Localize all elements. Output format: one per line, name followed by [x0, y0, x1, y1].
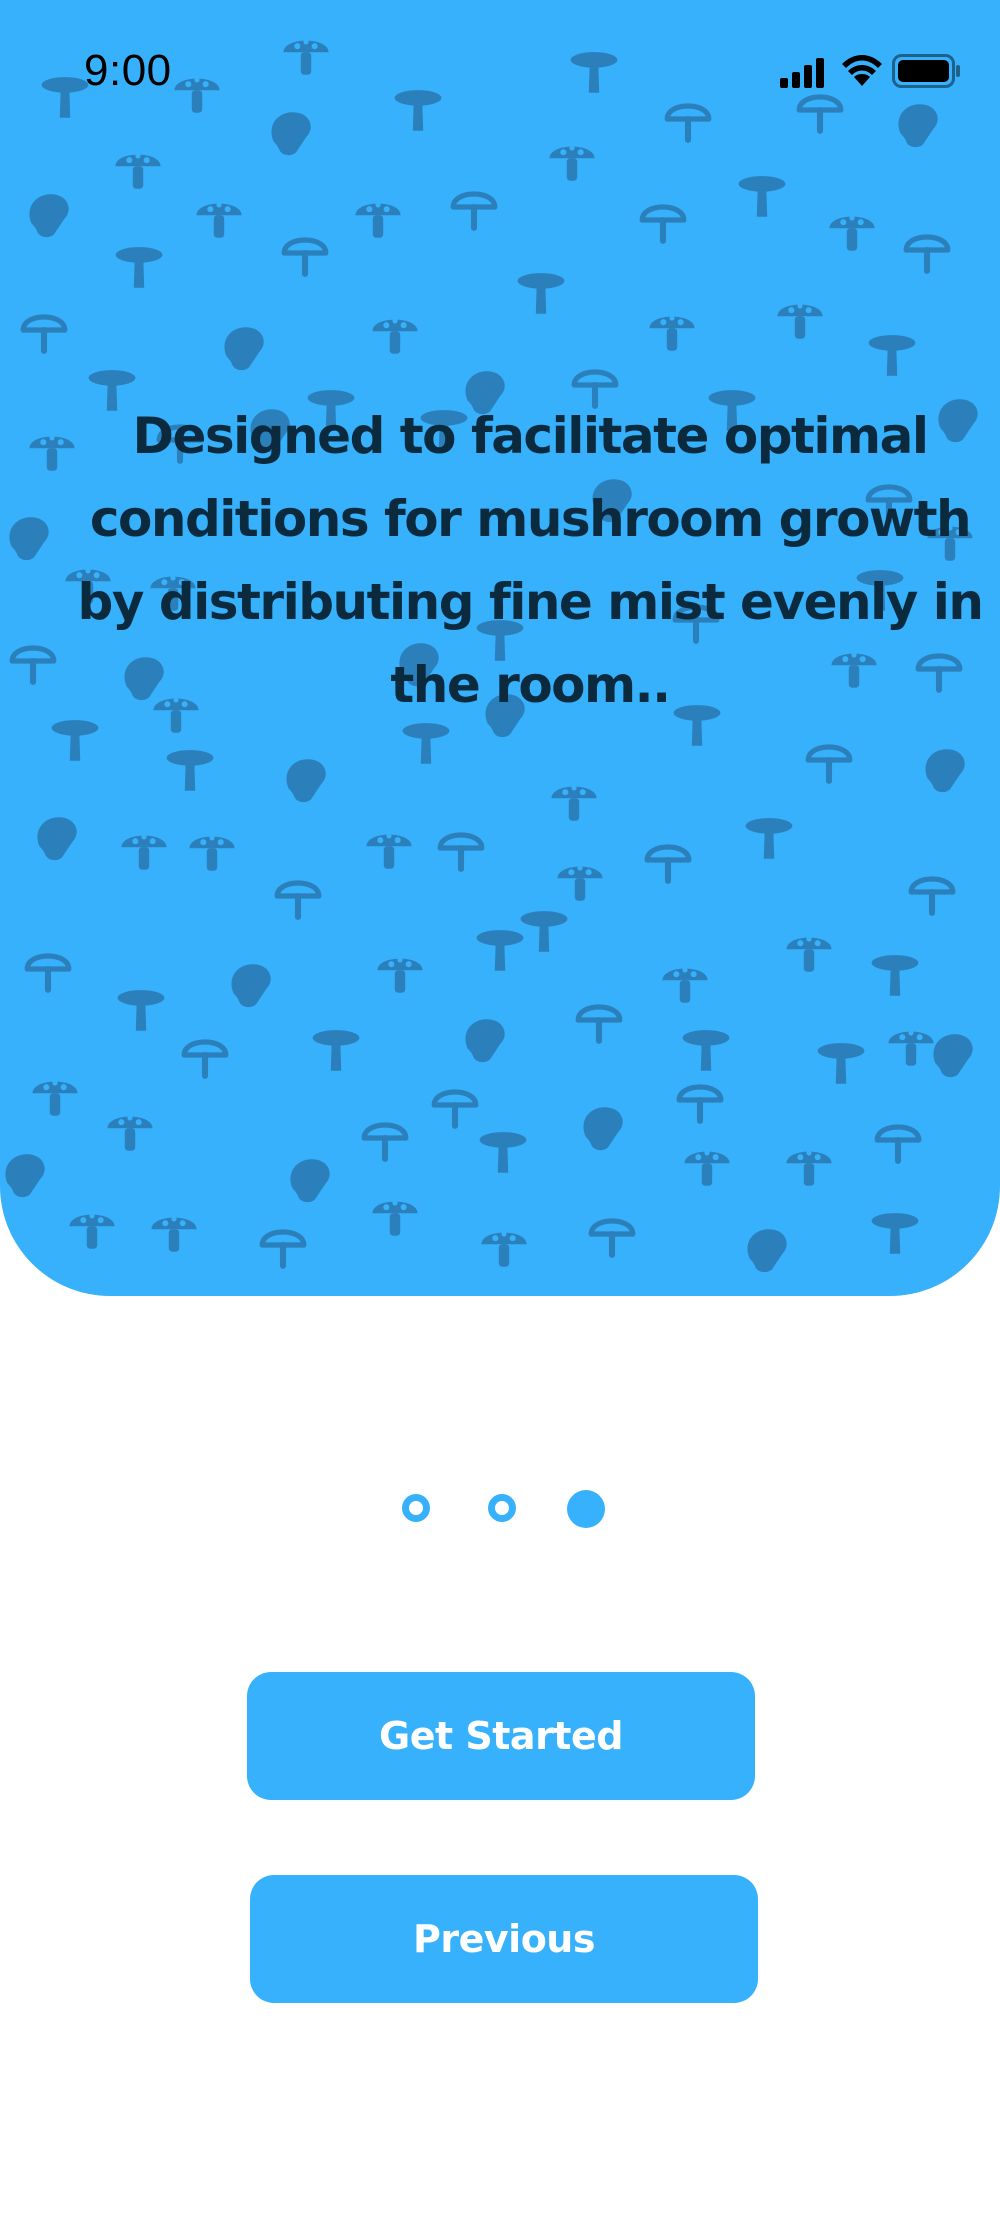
- headline-text: Designed to facilitate optimal condition…: [77, 407, 984, 714]
- page-dot-3[interactable]: [567, 1490, 605, 1528]
- page-dot-2[interactable]: [488, 1494, 516, 1522]
- mushroom-icon: [925, 749, 965, 793]
- mushroom-icon: [520, 911, 568, 952]
- mushroom-icon: [479, 1132, 527, 1173]
- mushroom-icon: [69, 1213, 115, 1249]
- get-started-button[interactable]: Get Started: [247, 1672, 755, 1800]
- mushroom-icon: [517, 273, 565, 314]
- mushroom-icon: [777, 303, 823, 339]
- mushroom-icon: [868, 335, 916, 376]
- mushroom-icon: [591, 1221, 633, 1255]
- mushroom-icon: [906, 237, 948, 271]
- mushroom-icon: [5, 1154, 45, 1198]
- mushroom-icon: [786, 1150, 832, 1186]
- mushroom-icon: [286, 759, 326, 803]
- mushroom-icon: [747, 1229, 787, 1273]
- mushroom-icon: [808, 747, 850, 781]
- mushroom-icon: [829, 215, 875, 251]
- mushroom-icon: [871, 955, 919, 996]
- mushroom-icon: [888, 1030, 934, 1066]
- mushroom-icon: [476, 930, 524, 971]
- mushroom-icon: [115, 247, 163, 288]
- mushroom-icon: [745, 818, 793, 859]
- mushroom-icon: [29, 194, 69, 238]
- signal-icon: [780, 58, 824, 88]
- mushroom-icon: [27, 956, 69, 990]
- mushroom-icon: [434, 1092, 476, 1126]
- mushroom-icon: [166, 750, 214, 791]
- mushroom-icon: [262, 1232, 304, 1266]
- mushroom-icon: [364, 1125, 406, 1159]
- mushroom-icon: [117, 990, 165, 1031]
- mushroom-icon: [440, 835, 482, 869]
- mushroom-icon: [121, 834, 167, 870]
- mushroom-icon: [32, 1080, 78, 1116]
- mushroom-icon: [557, 865, 603, 901]
- hero-panel: 9:00 Designed to facilitate optimal cond…: [0, 0, 1000, 1296]
- mushroom-icon: [649, 315, 695, 351]
- mushroom-icon: [481, 1231, 527, 1267]
- mushroom-icon: [877, 1127, 919, 1161]
- mushroom-icon: [231, 964, 271, 1008]
- mushroom-icon: [23, 317, 65, 351]
- mushroom-icon: [224, 327, 264, 371]
- mushroom-icon: [647, 847, 689, 881]
- mushroom-icon: [115, 153, 161, 189]
- mushroom-icon: [312, 1030, 360, 1071]
- mushroom-icon: [682, 1030, 730, 1071]
- mushroom-icon: [642, 207, 684, 241]
- mushroom-icon: [37, 817, 77, 861]
- mushroom-icon: [151, 1216, 197, 1252]
- mushroom-icon: [684, 1150, 730, 1186]
- mushroom-icon: [9, 517, 49, 561]
- mushroom-icon: [871, 1213, 919, 1254]
- mushroom-icon: [366, 833, 412, 869]
- page-dot-1[interactable]: [402, 1494, 430, 1522]
- mushroom-icon: [355, 202, 401, 238]
- mushroom-icon: [189, 835, 235, 871]
- mushroom-icon: [911, 879, 953, 913]
- mushroom-icon: [377, 957, 423, 993]
- mushroom-icon: [453, 194, 495, 228]
- mushroom-icon: [578, 1007, 620, 1041]
- mushroom-icon: [29, 435, 75, 471]
- mushroom-icon: [786, 936, 832, 972]
- mushroom-icon: [372, 1200, 418, 1236]
- pagination-dots: [0, 1490, 1000, 1530]
- wifi-icon: [842, 55, 882, 86]
- mushroom-icon: [738, 176, 786, 217]
- mushroom-icon: [290, 1159, 330, 1203]
- mushroom-icon: [284, 240, 326, 274]
- mushroom-icon: [372, 318, 418, 354]
- mushroom-icon: [679, 1087, 721, 1121]
- mushroom-icon: [933, 1034, 973, 1078]
- mushroom-icon: [402, 723, 450, 764]
- mushroom-icon: [12, 648, 54, 682]
- mushroom-icon: [662, 967, 708, 1003]
- mushroom-icon: [277, 883, 319, 917]
- mushroom-icon: [583, 1107, 623, 1151]
- status-time: 9:00: [84, 46, 172, 95]
- mushroom-icon: [465, 1019, 505, 1063]
- mushroom-icon: [196, 202, 242, 238]
- mushroom-icon: [817, 1043, 865, 1084]
- battery-icon: [892, 54, 960, 88]
- mushroom-icon: [184, 1042, 226, 1076]
- mushroom-icon: [107, 1115, 153, 1151]
- previous-button[interactable]: Previous: [250, 1875, 758, 2003]
- status-bar: 9:00: [0, 0, 1000, 140]
- mushroom-icon: [549, 145, 595, 181]
- mushroom-icon: [551, 785, 597, 821]
